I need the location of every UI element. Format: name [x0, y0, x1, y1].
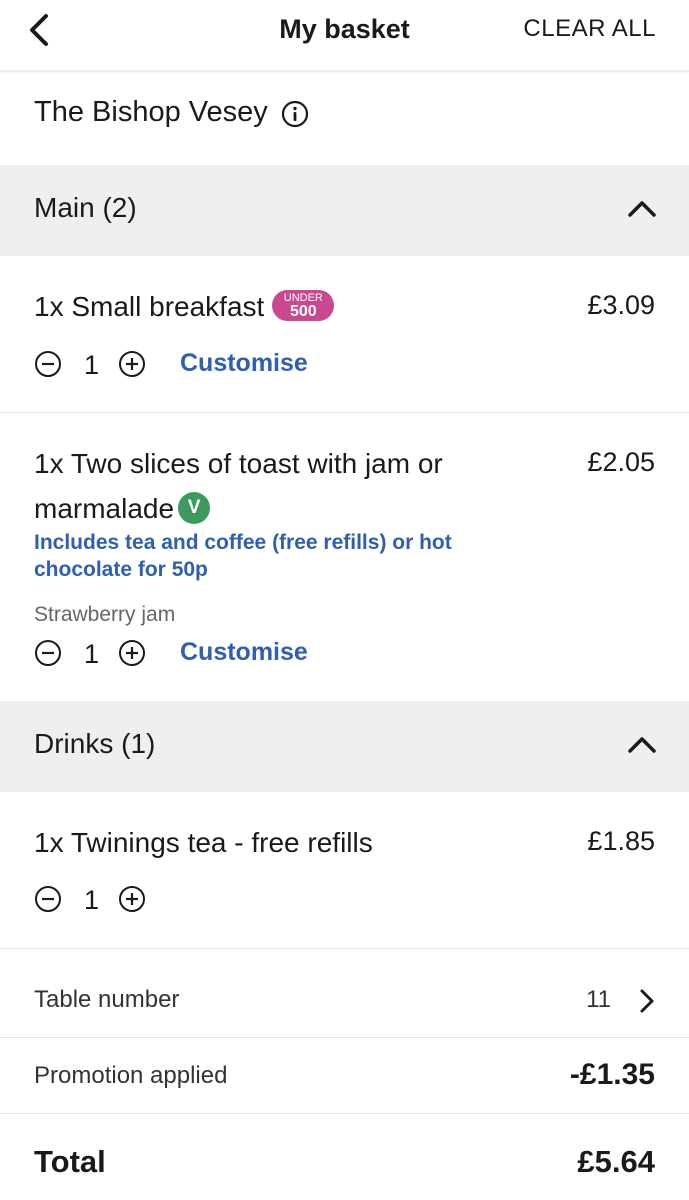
item-name-line-1: 1x Two slices of toast with jam or — [34, 448, 443, 479]
top-bar: My basket CLEAR ALL — [0, 0, 689, 72]
chevron-right-icon — [640, 989, 654, 1013]
section-header-drinks[interactable]: Drinks (1) — [0, 701, 689, 792]
table-number-label: Table number — [34, 986, 180, 1013]
customise-link[interactable]: Customise — [180, 638, 308, 667]
total-row: Total £5.64 — [0, 1114, 689, 1200]
plus-icon[interactable] — [118, 350, 146, 378]
plus-icon[interactable] — [118, 639, 146, 667]
badge-number: 500 — [289, 303, 317, 321]
divider — [0, 948, 689, 949]
table-number-row[interactable]: Table number 11 — [0, 962, 689, 1038]
section-title: Drinks (1) — [34, 728, 156, 759]
basket-item: 1x Twinings tea - free refills £1.85 1 — [0, 792, 689, 948]
quantity-value: 1 — [84, 350, 100, 380]
basket-item: 1x Two slices of toast with jam or marma… — [0, 413, 689, 701]
badge-label: UNDER — [283, 292, 323, 305]
table-number-value: 11 — [586, 986, 611, 1013]
promotion-label: Promotion applied — [34, 1062, 228, 1089]
promotion-value: -£1.35 — [569, 1058, 655, 1091]
total-label: Total — [34, 1144, 106, 1179]
minus-icon[interactable] — [34, 885, 62, 913]
item-name-text: marmalade — [34, 493, 175, 524]
chevron-up-icon — [628, 201, 656, 217]
minus-icon[interactable] — [34, 350, 62, 378]
item-description: Includes tea and coffee (free refills) o… — [34, 531, 452, 581]
section-title: Main (2) — [34, 192, 137, 223]
venue-row: The Bishop Vesey — [0, 72, 689, 165]
customise-link[interactable]: Customise — [180, 349, 308, 378]
total-value: £5.64 — [577, 1144, 655, 1179]
venue-name: The Bishop Vesey — [34, 96, 268, 128]
plus-icon[interactable] — [118, 885, 146, 913]
under-500-badge: UNDER 500 — [272, 290, 335, 322]
item-name: 1x Twinings tea - free refills — [34, 827, 373, 858]
quantity-value: 1 — [84, 639, 100, 669]
section-header-main[interactable]: Main (2) — [0, 165, 689, 256]
info-icon[interactable] — [281, 100, 309, 128]
item-name: 1x Small breakfast UNDER 500 — [34, 284, 335, 329]
item-price: £1.85 — [587, 826, 655, 856]
vegetarian-badge: V — [178, 491, 211, 524]
quantity-value: 1 — [84, 885, 100, 915]
basket-item: 1x Small breakfast UNDER 500 £3.09 1 Custo… — [0, 256, 689, 412]
item-price: £3.09 — [587, 290, 655, 320]
minus-icon[interactable] — [34, 639, 62, 667]
item-name-text: 1x Small breakfast — [34, 291, 265, 322]
item-price: £2.05 — [587, 447, 655, 477]
item-option: Strawberry jam — [34, 603, 176, 626]
promotion-row: Promotion applied -£1.35 — [0, 1038, 689, 1114]
item-name-line-2: marmalade V — [34, 486, 211, 531]
clear-all-button[interactable]: CLEAR ALL — [523, 15, 656, 43]
chevron-up-icon — [628, 737, 656, 753]
